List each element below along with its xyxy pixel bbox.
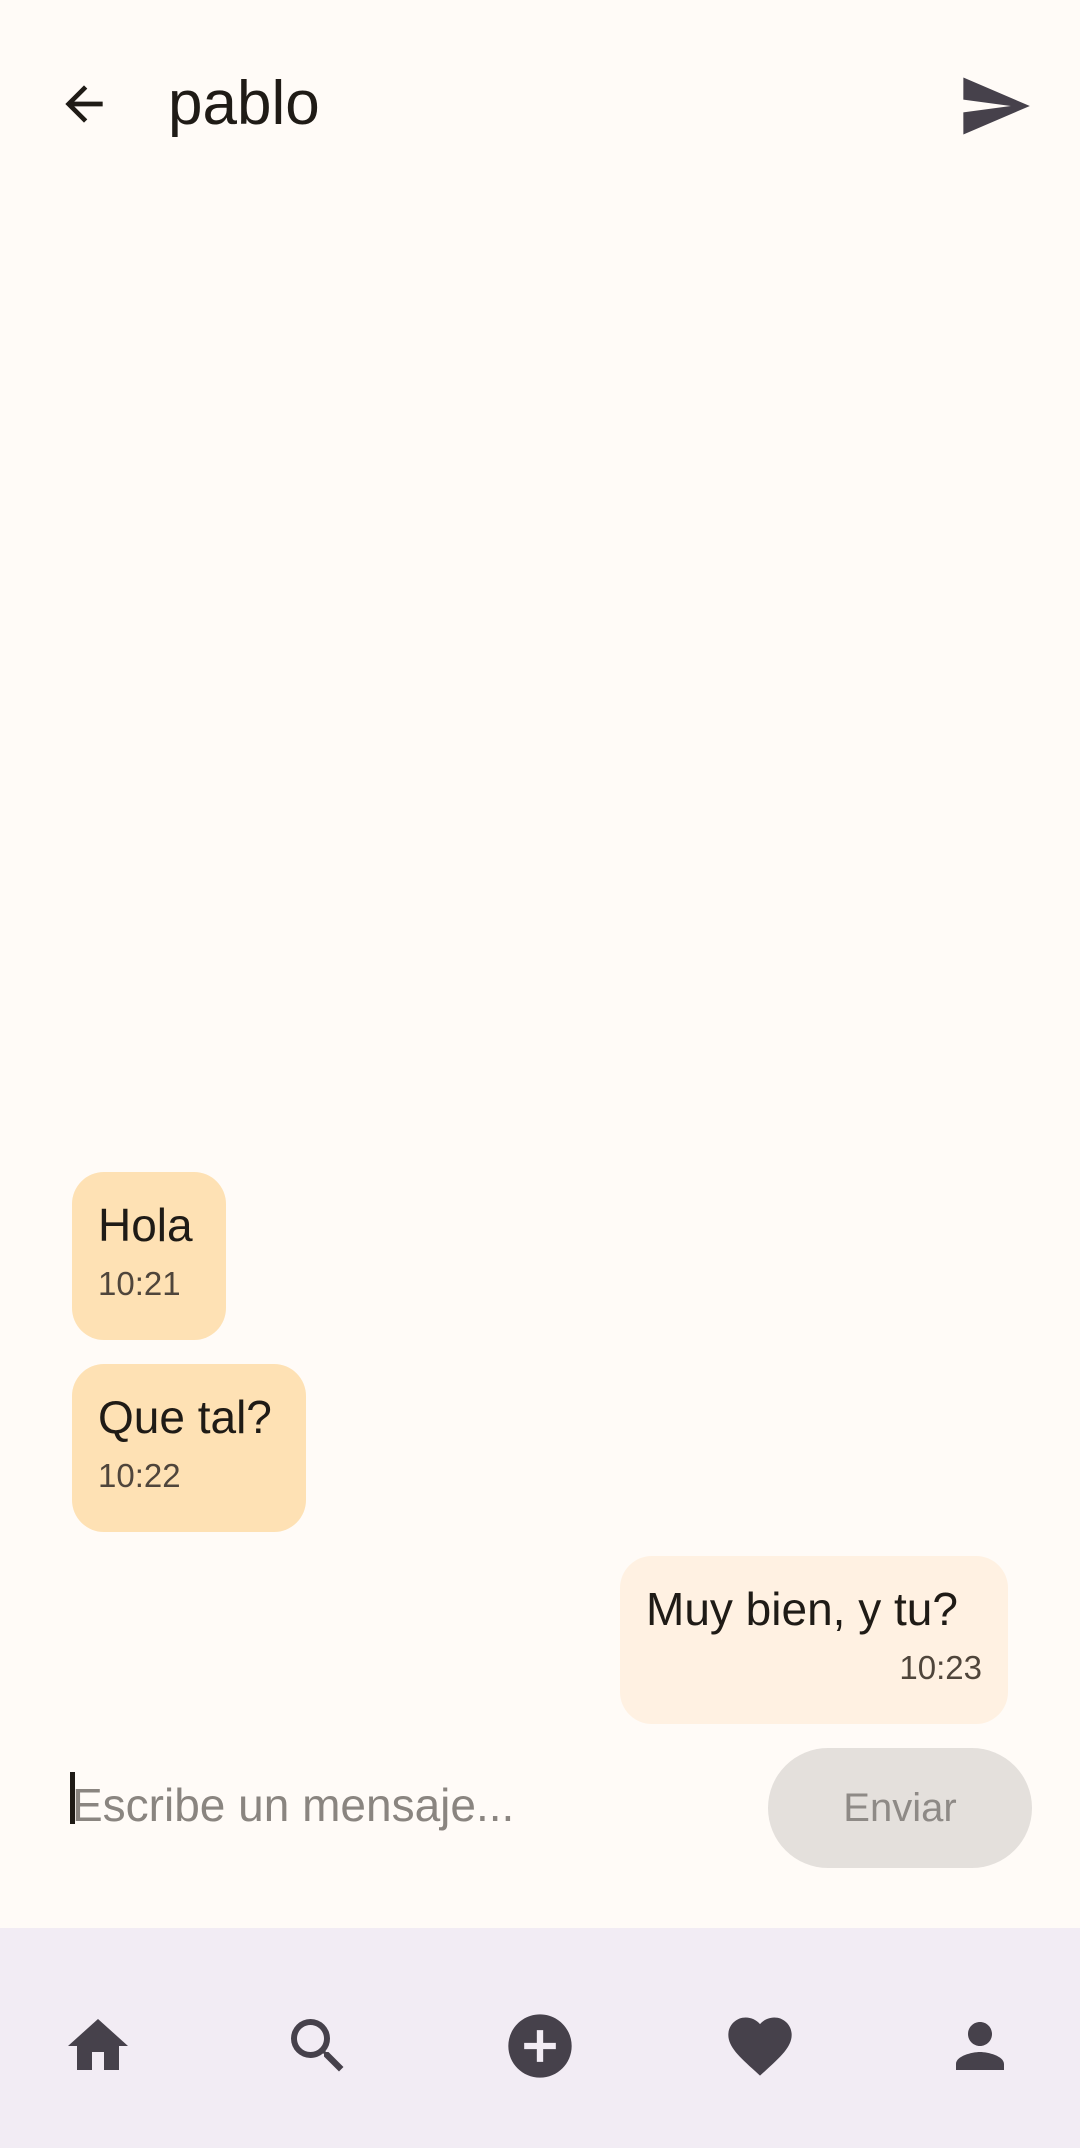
send-button[interactable]: Enviar [768, 1748, 1032, 1868]
message-time: 10:22 [98, 1457, 181, 1494]
bottom-navigation [0, 1928, 1080, 2148]
back-button[interactable] [44, 64, 124, 144]
message-bubble: Que tal? 10:22 [72, 1364, 306, 1532]
message-input[interactable] [72, 1770, 752, 1840]
message-time: 10:21 [98, 1265, 181, 1302]
nav-search[interactable] [268, 1996, 368, 2096]
home-icon [68, 2019, 128, 2070]
message-time: 10:23 [899, 1649, 982, 1686]
chat-title: pablo [168, 69, 320, 138]
nav-add[interactable] [490, 1996, 590, 2096]
nav-favorites[interactable] [710, 1996, 810, 2096]
send-icon [963, 77, 1030, 135]
top-app-bar: pablo [0, 0, 1080, 210]
message-text: Que tal? [98, 1391, 272, 1443]
add-circle-icon [508, 2014, 572, 2078]
favorite-icon [728, 2017, 792, 2076]
arrow-back-icon [65, 85, 103, 123]
person-icon [956, 2022, 1004, 2070]
message-bubble: Hola 10:21 [72, 1172, 226, 1340]
message-bubble: Muy bien, y tu? 10:23 [620, 1556, 1008, 1724]
nav-profile[interactable] [930, 1996, 1030, 2096]
nav-home[interactable] [48, 1996, 148, 2096]
search-icon [291, 2019, 344, 2072]
send-top-button[interactable] [950, 66, 1040, 146]
message-text: Muy bien, y tu? [646, 1583, 958, 1635]
message-text: Hola [98, 1199, 193, 1251]
